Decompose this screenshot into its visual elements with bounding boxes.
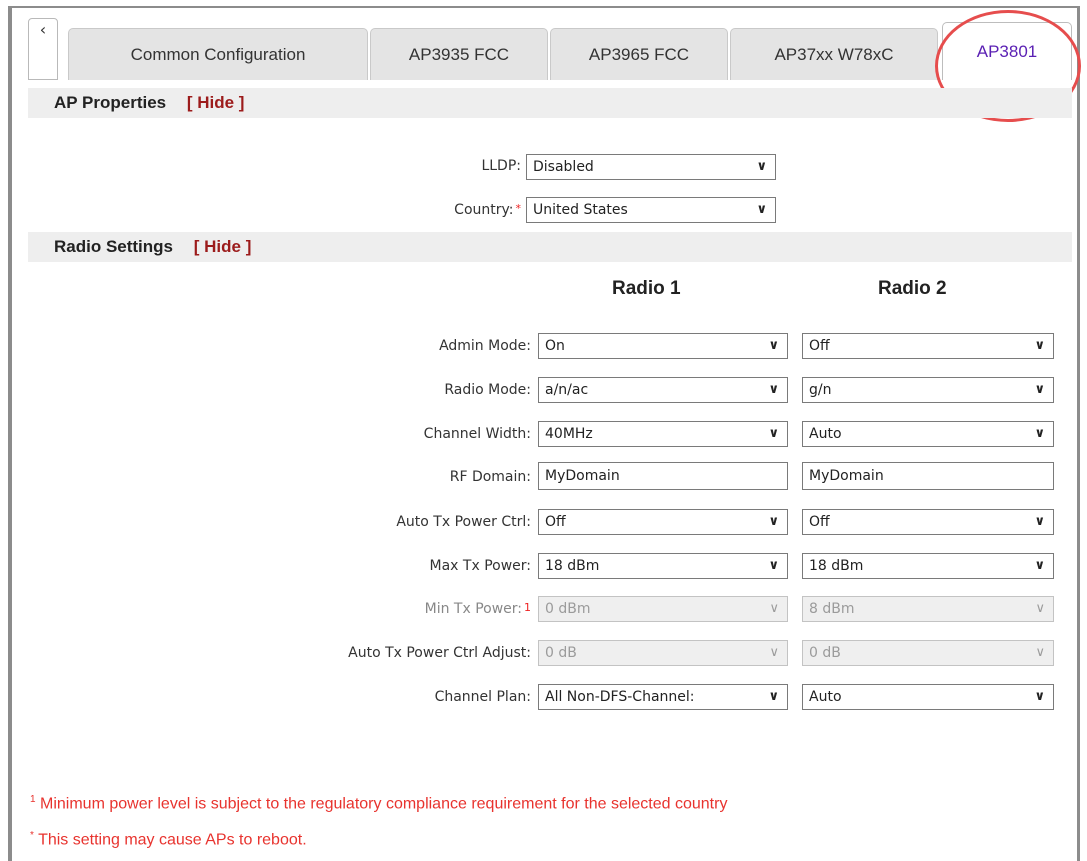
footnote-reboot: * This setting may cause APs to reboot. bbox=[30, 830, 307, 849]
radio1-rf-domain-input[interactable]: MyDomain bbox=[538, 462, 788, 490]
chevron-down-icon: ∨ bbox=[766, 510, 779, 534]
radio-settings-header: Radio Settings [ Hide ] bbox=[28, 232, 1072, 262]
select-value: a/n/ac bbox=[545, 382, 589, 398]
chevron-down-icon: ∨ bbox=[766, 685, 779, 709]
radio2-min-tx-power-select: 8 dBm ∨ bbox=[802, 596, 1054, 622]
select-value: 18 dBm bbox=[809, 558, 864, 574]
tab-label: AP3965 FCC bbox=[588, 44, 690, 64]
min-tx-power-label: Min Tx Power: 1 bbox=[424, 601, 531, 617]
chevron-down-icon: ∨ bbox=[1033, 597, 1045, 621]
tab-label: AP3801 bbox=[976, 41, 1038, 61]
select-value: 0 dB bbox=[809, 645, 841, 661]
radio2-channel-width-select[interactable]: Auto ∨ bbox=[802, 421, 1054, 447]
country-label: Country: * bbox=[454, 202, 521, 218]
rf-domain-label: RF Domain: bbox=[449, 469, 531, 485]
select-value: Off bbox=[809, 338, 830, 354]
radio1-channel-plan-select[interactable]: All Non-DFS-Channel: ∨ bbox=[538, 684, 788, 710]
ap-properties-header: AP Properties [ Hide ] bbox=[28, 88, 1072, 118]
select-value: 0 dB bbox=[545, 645, 577, 661]
radio1-radio-mode-select[interactable]: a/n/ac ∨ bbox=[538, 377, 788, 403]
max-tx-power-label: Max Tx Power: bbox=[429, 558, 531, 574]
radio2-column-header: Radio 2 bbox=[878, 278, 947, 299]
lldp-select[interactable]: Disabled ∨ bbox=[526, 154, 776, 180]
section-title: AP Properties bbox=[54, 93, 167, 112]
chevron-down-icon: ∨ bbox=[766, 334, 779, 358]
tab-label: AP37xx W78xC bbox=[774, 44, 894, 64]
tab-ap3801[interactable]: AP3801 bbox=[942, 22, 1072, 80]
channel-plan-label: Channel Plan: bbox=[434, 689, 531, 705]
radio1-max-tx-power-select[interactable]: 18 dBm ∨ bbox=[538, 553, 788, 579]
radio2-max-tx-power-select[interactable]: 18 dBm ∨ bbox=[802, 553, 1054, 579]
ap-properties-hide-link[interactable]: [ Hide ] bbox=[187, 93, 245, 112]
chevron-left-icon: ‹ bbox=[39, 20, 47, 39]
radio1-auto-tx-power-ctrl-adjust-select: 0 dB ∨ bbox=[538, 640, 788, 666]
radio-settings-hide-link[interactable]: [ Hide ] bbox=[194, 237, 252, 256]
radio2-admin-mode-select[interactable]: Off ∨ bbox=[802, 333, 1054, 359]
select-value: 40MHz bbox=[545, 426, 593, 442]
radio1-admin-mode-select[interactable]: On ∨ bbox=[538, 333, 788, 359]
select-value: All Non-DFS-Channel: bbox=[545, 689, 695, 705]
radio2-rf-domain-input[interactable]: MyDomain bbox=[802, 462, 1054, 490]
select-value: On bbox=[545, 338, 565, 354]
chevron-down-icon: ∨ bbox=[1032, 378, 1045, 402]
radio2-auto-tx-power-ctrl-select[interactable]: Off ∨ bbox=[802, 509, 1054, 535]
channel-width-label: Channel Width: bbox=[423, 426, 531, 442]
select-value: g/n bbox=[809, 382, 832, 398]
tab-ap37xx-w78xc[interactable]: AP37xx W78xC bbox=[730, 28, 938, 80]
tab-scroll-left-button[interactable]: ‹ bbox=[28, 18, 58, 80]
select-value: 0 dBm bbox=[545, 601, 591, 617]
tab-common-configuration[interactable]: Common Configuration bbox=[68, 28, 368, 80]
chevron-down-icon: ∨ bbox=[754, 198, 767, 222]
country-select[interactable]: United States ∨ bbox=[526, 197, 776, 223]
tab-label: Common Configuration bbox=[130, 44, 306, 64]
chevron-down-icon: ∨ bbox=[767, 641, 779, 665]
radio2-channel-plan-select[interactable]: Auto ∨ bbox=[802, 684, 1054, 710]
tab-label: AP3935 FCC bbox=[408, 44, 510, 64]
radio1-column-header: Radio 1 bbox=[612, 278, 681, 299]
chevron-down-icon: ∨ bbox=[1033, 641, 1045, 665]
select-value: Off bbox=[809, 514, 830, 530]
radio1-min-tx-power-select: 0 dBm ∨ bbox=[538, 596, 788, 622]
radio1-auto-tx-power-ctrl-select[interactable]: Off ∨ bbox=[538, 509, 788, 535]
chevron-down-icon: ∨ bbox=[754, 155, 767, 179]
chevron-down-icon: ∨ bbox=[1032, 510, 1045, 534]
radio1-channel-width-select[interactable]: 40MHz ∨ bbox=[538, 421, 788, 447]
select-value: 8 dBm bbox=[809, 601, 855, 617]
tab-strip: ‹ Common Configuration AP3935 FCC AP3965… bbox=[28, 18, 1080, 82]
chevron-down-icon: ∨ bbox=[766, 422, 779, 446]
country-value: United States bbox=[533, 202, 628, 218]
chevron-down-icon: ∨ bbox=[1032, 685, 1045, 709]
radio2-auto-tx-power-ctrl-adjust-select: 0 dB ∨ bbox=[802, 640, 1054, 666]
select-value: Auto bbox=[809, 426, 842, 442]
radio-mode-label: Radio Mode: bbox=[444, 382, 531, 398]
tab-ap3965-fcc[interactable]: AP3965 FCC bbox=[550, 28, 728, 80]
chevron-down-icon: ∨ bbox=[1032, 554, 1045, 578]
select-value: 18 dBm bbox=[545, 558, 600, 574]
lldp-label: LLDP: bbox=[481, 158, 521, 174]
chevron-down-icon: ∨ bbox=[1032, 422, 1045, 446]
auto-tx-power-ctrl-label: Auto Tx Power Ctrl: bbox=[396, 514, 531, 530]
section-title: Radio Settings bbox=[54, 237, 174, 256]
select-value: Auto bbox=[809, 689, 842, 705]
chevron-down-icon: ∨ bbox=[766, 554, 779, 578]
admin-mode-label: Admin Mode: bbox=[439, 338, 531, 354]
lldp-value: Disabled bbox=[533, 159, 594, 175]
auto-tx-power-ctrl-adjust-label: Auto Tx Power Ctrl Adjust: bbox=[348, 645, 531, 661]
chevron-down-icon: ∨ bbox=[767, 597, 779, 621]
chevron-down-icon: ∨ bbox=[1032, 334, 1045, 358]
select-value: Off bbox=[545, 514, 566, 530]
tab-ap3935-fcc[interactable]: AP3935 FCC bbox=[370, 28, 548, 80]
radio2-radio-mode-select[interactable]: g/n ∨ bbox=[802, 377, 1054, 403]
chevron-down-icon: ∨ bbox=[766, 378, 779, 402]
footnote-min-power: 1 Minimum power level is subject to the … bbox=[30, 794, 728, 813]
